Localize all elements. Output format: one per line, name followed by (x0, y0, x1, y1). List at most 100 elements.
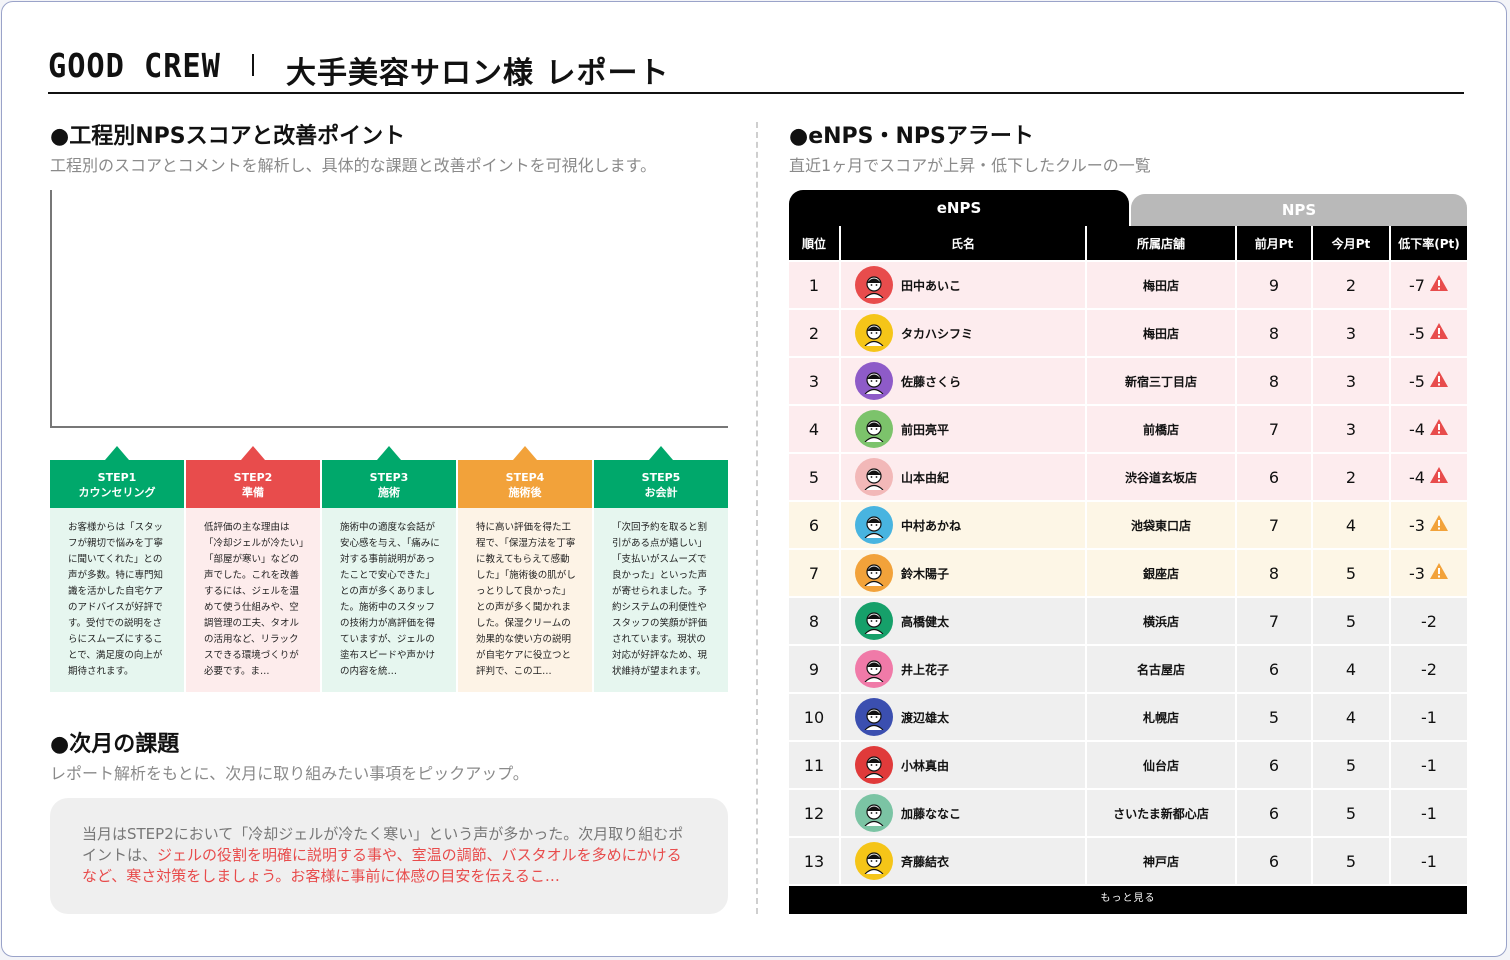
step-cards: STEP1 カウンセリング お客様からは「スタッフが親切で悩みを丁寧に聞いてくれた」… (50, 446, 728, 692)
table-row[interactable]: 13 斉藤結衣 神戸店 6 5 -1 (789, 838, 1467, 884)
drop-cell: -2 (1391, 598, 1467, 644)
curr-pt-cell: 3 (1313, 406, 1391, 452)
store-cell: 銀座店 (1087, 550, 1237, 596)
rank-cell: 10 (789, 694, 841, 740)
step-card: STEP4 施術後特に高い評価を得た工程で、「保湿方法を丁寧に教えてもらえて感動し… (458, 446, 592, 692)
tab-nps[interactable]: NPS (1131, 194, 1467, 226)
crew-name: 加藤ななこ (901, 806, 962, 821)
store-cell: 横浜店 (1087, 598, 1237, 644)
step-pointer (377, 446, 401, 460)
step-label: 準備 (242, 486, 264, 499)
table-row[interactable]: 3 佐藤さくら 新宿三丁目店 8 3 -5 (789, 358, 1467, 404)
page-title: 大手美容サロン様 レポート (286, 56, 670, 91)
drop-value: -5 (1409, 323, 1425, 343)
crew-name: 中村あかね (901, 518, 962, 533)
column-header: 低下率(Pt) (1398, 236, 1460, 251)
rank-cell: 7 (789, 550, 841, 596)
report-header: GOOD CREW 大手美容サロン様 レポート (48, 42, 1464, 94)
warning-icon (1429, 562, 1449, 584)
drop-cell: -3 (1391, 502, 1467, 548)
table-row[interactable]: 7 鈴木陽子 銀座店 8 5 -3 (789, 550, 1467, 596)
avatar (855, 650, 893, 688)
step-comment: お客様からは「スタッフが親切で悩みを丁寧に聞いてくれた」との声が多数。特に専門知… (50, 508, 184, 692)
step-comment: 施術中の適度な会話が安心感を与え、「痛みに対する事前説明があったことで安心できた… (322, 508, 456, 692)
nps-chart-area (50, 190, 728, 428)
avatar (855, 698, 893, 736)
table-row[interactable]: 9 井上花子 名古屋店 6 4 -2 (789, 646, 1467, 692)
step-comment: 「次回予約を取ると割引がある点が嬉しい」「支払いがスムーズで良かった」といった声… (594, 508, 728, 692)
drop-value: -2 (1421, 611, 1437, 631)
avatar (855, 842, 893, 880)
table-row[interactable]: 11 小林真由 仙台店 6 5 -1 (789, 742, 1467, 788)
show-more-button[interactable]: もっと見る (789, 886, 1467, 914)
curr-pt-cell: 5 (1313, 838, 1391, 884)
drop-value: -2 (1421, 659, 1437, 679)
crew-name: 山本由紀 (901, 470, 950, 485)
table-row[interactable]: 8 高橋健太 横浜店 7 5 -2 (789, 598, 1467, 644)
avatar (855, 410, 893, 448)
avatar (855, 506, 893, 544)
step-comment: 特に高い評価を得た工程で、「保湿方法を丁寧に教えてもらえて感動した」「施術後の肌… (458, 508, 592, 692)
rank-cell: 4 (789, 406, 841, 452)
warning-icon (1429, 274, 1449, 296)
warning-icon (1429, 514, 1449, 536)
crew-name: 田中あいこ (901, 278, 962, 293)
step-number: STEP1 (97, 471, 137, 484)
table-header-row: 順位 氏名 所属店舗 前月Pt 今月Pt 低下率(Pt) (789, 226, 1467, 260)
drop-value: -4 (1409, 419, 1425, 439)
curr-pt-cell: 4 (1313, 502, 1391, 548)
table-row[interactable]: 5 山本由紀 渋谷道玄坂店 6 2 -4 (789, 454, 1467, 500)
header-separator (252, 54, 254, 76)
curr-pt-cell: 2 (1313, 454, 1391, 500)
drop-cell: -2 (1391, 646, 1467, 692)
warning-icon (1429, 322, 1449, 344)
crew-name: 前田亮平 (901, 422, 950, 437)
table-row[interactable]: 2 タカハシフミ 梅田店 8 3 -5 (789, 310, 1467, 356)
prev-pt-cell: 5 (1237, 694, 1313, 740)
name-cell: 鈴木陽子 (841, 550, 1087, 596)
prev-pt-cell: 6 (1237, 646, 1313, 692)
name-cell: 加藤ななこ (841, 790, 1087, 836)
step-label: 施術後 (508, 486, 542, 499)
drop-cell: -5 (1391, 358, 1467, 404)
curr-pt-cell: 5 (1313, 550, 1391, 596)
avatar (855, 746, 893, 784)
drop-value: -1 (1421, 755, 1437, 775)
table-row[interactable]: 6 中村あかね 池袋東口店 7 4 -3 (789, 502, 1467, 548)
warning-icon (1429, 418, 1449, 440)
name-cell: 山本由紀 (841, 454, 1087, 500)
rank-cell: 12 (789, 790, 841, 836)
warning-icon (1429, 370, 1449, 392)
crew-name: 高橋健太 (901, 614, 950, 629)
crew-name: タカハシフミ (901, 326, 974, 341)
drop-cell: -3 (1391, 550, 1467, 596)
drop-cell: -4 (1391, 454, 1467, 500)
warning-icon (1429, 466, 1449, 488)
rank-cell: 11 (789, 742, 841, 788)
table-row[interactable]: 4 前田亮平 前橋店 7 3 -4 (789, 406, 1467, 452)
name-cell: 斉藤結衣 (841, 838, 1087, 884)
store-cell: 渋谷道玄坂店 (1087, 454, 1237, 500)
curr-pt-cell: 5 (1313, 598, 1391, 644)
step-header: STEP3 施術 (322, 460, 456, 508)
table-row[interactable]: 10 渡辺雄太 札幌店 5 4 -1 (789, 694, 1467, 740)
task-section-subtitle: レポート解析をもとに、次月に取り組みたい事項をピックアップ。 (50, 764, 529, 783)
avatar (855, 554, 893, 592)
prev-pt-cell: 9 (1237, 262, 1313, 308)
step-header: STEP1 カウンセリング (50, 460, 184, 508)
task-text-highlight: ジェルの役割を明確に説明する事や、室温の調節、バスタオルを多めにかけるなど、寒さ… (82, 846, 682, 885)
rank-cell: 8 (789, 598, 841, 644)
step-card: STEP1 カウンセリング お客様からは「スタッフが親切で悩みを丁寧に聞いてくれた」… (50, 446, 184, 692)
table-row[interactable]: 1 田中あいこ 梅田店 9 2 -7 (789, 262, 1467, 308)
store-cell: 神戸店 (1087, 838, 1237, 884)
prev-pt-cell: 8 (1237, 550, 1313, 596)
drop-cell: -1 (1391, 694, 1467, 740)
step-number: STEP4 (505, 471, 545, 484)
section-divider (756, 122, 758, 914)
tab-enps[interactable]: eNPS (789, 190, 1129, 226)
table-row[interactable]: 12 加藤ななこ さいたま新都心店 6 5 -1 (789, 790, 1467, 836)
avatar (855, 794, 893, 832)
prev-pt-cell: 6 (1237, 790, 1313, 836)
alert-section-subtitle: 直近1ヶ月でスコアが上昇・低下したクルーの一覧 (789, 156, 1151, 175)
alert-section-title: ●eNPS・NPSアラート (789, 124, 1034, 149)
